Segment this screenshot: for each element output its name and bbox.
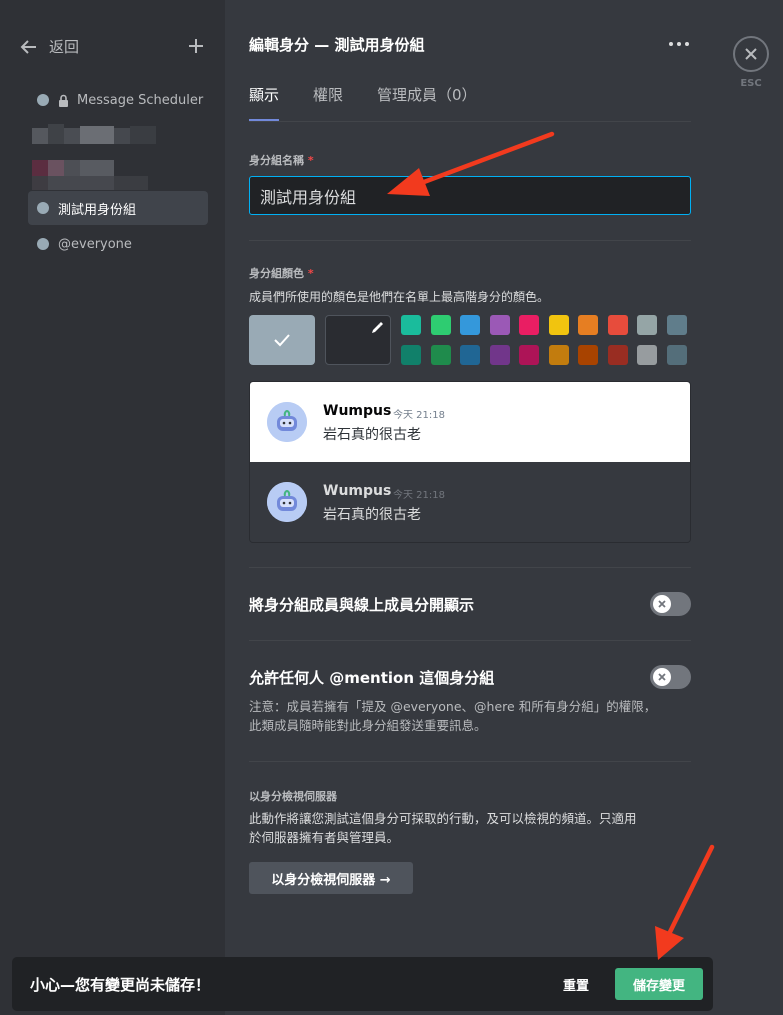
close-area: ESC [733, 36, 769, 89]
mentionable-note-line: 注意：成員若擁有「提及 @everyone、@here 和所有身分組」的權限， [249, 699, 657, 714]
esc-label: ESC [740, 78, 762, 89]
role-color-dot [37, 94, 49, 106]
custom-color-picker[interactable] [325, 315, 391, 365]
tab-manage-members[interactable]: 管理成員（0） [377, 84, 477, 121]
view-server-as-role-button[interactable]: 以身分檢視伺服器 → [249, 862, 413, 894]
message-text: 岩石真的很古老 [323, 427, 421, 443]
role-preview: Wumpus 今天 21:18 岩石真的很古老 Wumpus 今天 21:18 … [249, 381, 691, 543]
toggle-knob [653, 668, 671, 686]
message-author: Wumpus [323, 483, 392, 499]
avatar [267, 402, 307, 442]
view-as-description: 此動作將讓您測試這個身分可採取的行動，及可以檢視的頻道。只適用 於伺服器擁有者與… [249, 809, 637, 847]
color-swatch[interactable] [607, 315, 628, 335]
message-text: 岩石真的很古老 [323, 507, 421, 523]
role-name: Message Scheduler [77, 92, 204, 108]
wumpus-avatar-icon [267, 402, 307, 442]
divider [249, 240, 691, 241]
divider [249, 567, 691, 568]
tab-display[interactable]: 顯示 [249, 84, 280, 121]
tab-divider [249, 121, 691, 122]
tab-permissions[interactable]: 權限 [313, 84, 343, 121]
role-color-dot [37, 238, 49, 250]
mentionable-note-line: 此類成員隨時能對此身分組發送重要訊息。 [249, 718, 487, 733]
save-changes-button[interactable]: 儲存變更 [615, 968, 703, 1000]
color-swatch[interactable] [489, 345, 510, 365]
back-label: 返回 [49, 38, 80, 56]
sidebar-item-message-scheduler[interactable]: Message Scheduler [28, 83, 208, 117]
wumpus-avatar-icon [267, 482, 307, 522]
lock-icon [59, 94, 68, 107]
default-color-swatch[interactable] [249, 315, 315, 365]
more-icon[interactable] [666, 34, 692, 54]
plus-icon[interactable] [186, 36, 206, 56]
check-icon [274, 334, 290, 347]
unsaved-changes-bar: 小心—您有變更尚未儲存！ 重置 儲存變更 [12, 957, 713, 1011]
x-icon [658, 673, 666, 681]
role-color-description: 成員們所使用的顏色是他們在名單上最高階身分的顏色。 [249, 290, 550, 304]
role-color-label: 身分組顏色 * [249, 265, 314, 281]
role-color-label-text: 身分組顏色 [249, 267, 304, 280]
message-author: Wumpus [323, 403, 392, 419]
color-swatch[interactable] [430, 345, 451, 365]
role-name: @everyone [58, 236, 132, 252]
hoist-setting-label: 將身分組成員與線上成員分開顯示 [249, 596, 475, 614]
x-icon [658, 600, 666, 608]
view-as-description-line: 於伺服器擁有者與管理員。 [249, 830, 400, 845]
sidebar-header: 返回 [20, 36, 210, 58]
preview-dark-theme: Wumpus 今天 21:18 岩石真的很古老 [250, 462, 690, 542]
hoist-toggle[interactable] [650, 592, 691, 616]
sidebar-item-everyone[interactable]: @everyone [28, 227, 208, 261]
divider [249, 640, 691, 641]
eyedropper-icon [372, 322, 383, 333]
color-swatch[interactable] [637, 315, 657, 335]
color-swatch[interactable] [519, 345, 539, 365]
preview-light-theme: Wumpus 今天 21:18 岩石真的很古老 [250, 382, 690, 462]
color-swatch[interactable] [401, 345, 421, 365]
color-swatch[interactable] [430, 315, 451, 335]
required-mark: * [307, 154, 314, 167]
arrow-left-icon [20, 39, 36, 54]
role-name-label: 身分組名稱 * [249, 152, 314, 168]
role-name-label-text: 身分組名稱 [249, 154, 304, 167]
color-swatch[interactable] [578, 315, 598, 335]
color-swatch[interactable] [460, 315, 480, 335]
color-swatch[interactable] [489, 315, 510, 335]
color-swatch[interactable] [401, 315, 421, 335]
reset-button[interactable]: 重置 [548, 969, 604, 999]
toggle-knob [653, 595, 671, 613]
close-icon [745, 48, 757, 60]
required-mark: * [307, 267, 314, 280]
divider [249, 761, 691, 762]
mentionable-toggle[interactable] [650, 665, 691, 689]
sidebar: 返回 Message Scheduler 測試用身份組 @everyone [0, 0, 225, 1015]
color-swatch[interactable] [519, 315, 539, 335]
color-swatch[interactable] [637, 345, 657, 365]
mentionable-note: 注意：成員若擁有「提及 @everyone、@here 和所有身分組」的權限， … [249, 697, 656, 735]
color-swatch[interactable] [578, 345, 598, 365]
color-swatch[interactable] [548, 315, 569, 335]
page-title: 編輯身分 — 測試用身份組 [249, 36, 425, 54]
role-name: 測試用身份組 [58, 202, 137, 218]
role-name-input[interactable] [249, 176, 691, 215]
annotation-arrow [655, 844, 715, 960]
message-timestamp: 今天 21:18 [393, 490, 445, 501]
sidebar-item-test-role[interactable]: 測試用身份組 [28, 191, 208, 225]
color-swatch[interactable] [607, 345, 628, 365]
avatar [267, 482, 307, 522]
color-swatch[interactable] [666, 315, 687, 335]
color-swatch[interactable] [548, 345, 569, 365]
mentionable-setting-label: 允許任何人 @mention 這個身分組 [249, 669, 495, 687]
unsaved-message: 小心—您有變更尚未儲存！ [30, 976, 211, 994]
close-button[interactable] [733, 36, 769, 72]
message-timestamp: 今天 21:18 [393, 410, 445, 421]
color-swatch[interactable] [666, 345, 687, 365]
view-as-description-line: 此動作將讓您測試這個身分可採取的行動，及可以檢視的頻道。只適用 [249, 811, 637, 826]
view-as-heading: 以身分檢視伺服器 [249, 790, 337, 803]
back-button[interactable]: 返回 [20, 36, 79, 57]
color-swatch[interactable] [460, 345, 480, 365]
role-color-dot [37, 202, 49, 214]
